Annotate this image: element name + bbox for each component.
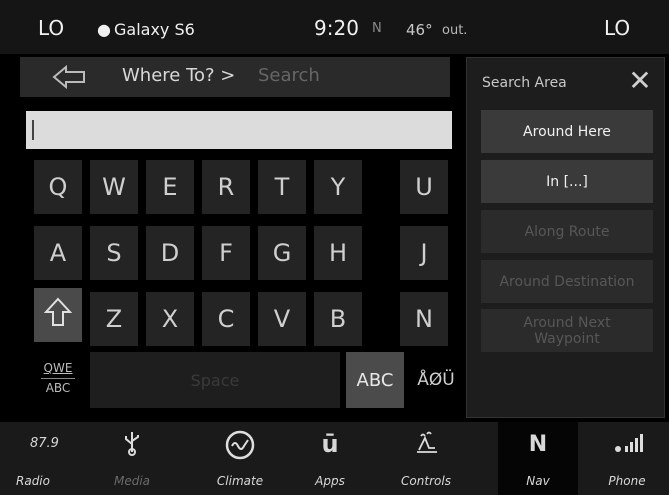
key-f[interactable]: F: [202, 226, 250, 280]
key-d[interactable]: D: [146, 226, 194, 280]
key-y[interactable]: Y: [314, 160, 362, 214]
search-input[interactable]: [26, 111, 452, 149]
key-n[interactable]: N: [400, 292, 448, 346]
tab-media-label: Media: [113, 474, 151, 488]
back-arrow-icon[interactable]: [50, 63, 90, 91]
tab-controls[interactable]: Controls: [384, 422, 468, 495]
tab-apps-label: Apps: [315, 474, 345, 488]
key-e[interactable]: E: [146, 160, 194, 214]
panel-title: Search Area: [482, 75, 567, 91]
apps-icon: ū: [321, 430, 339, 458]
tab-phone[interactable]: Phone: [585, 422, 669, 495]
climate-icon: [198, 430, 282, 460]
device-name: Galaxy S6: [114, 20, 195, 39]
tab-climate-label: Climate: [216, 474, 264, 488]
key-j[interactable]: J: [400, 226, 448, 280]
tab-apps[interactable]: ū Apps: [288, 422, 372, 495]
search-area-panel: Search Area ✕ Around Here In [...] Along…: [466, 57, 665, 418]
tab-media[interactable]: Media: [90, 422, 174, 495]
layout-toggle-divider: [41, 378, 75, 379]
key-v[interactable]: V: [258, 292, 306, 346]
status-bar: LO ● Galaxy S6 9:20 N 46° out. LO: [0, 0, 669, 54]
compass-icon: N: [528, 432, 548, 457]
where-to-title: Where To? >: [122, 65, 236, 86]
tab-radio-label: Radio: [16, 474, 50, 488]
in-city-button[interactable]: In [...]: [481, 160, 653, 203]
outside-temp-unit: out.: [442, 23, 468, 38]
key-c[interactable]: C: [202, 292, 250, 346]
bottom-nav-bar: 87.9 Radio Media Climate ū Apps Controls…: [0, 422, 669, 495]
layout-toggle-key[interactable]: QWE ABC: [36, 358, 80, 404]
key-x[interactable]: X: [146, 292, 194, 346]
key-b[interactable]: B: [314, 292, 362, 346]
usb-icon: [90, 430, 174, 460]
phone-signal-icon: [585, 430, 669, 460]
shift-arrow-icon: [43, 296, 73, 334]
key-g[interactable]: G: [258, 226, 306, 280]
layout-toggle-bottom: ABC: [45, 381, 71, 395]
outside-temp: 46°: [406, 21, 433, 39]
tab-nav-label: Nav: [526, 474, 550, 488]
compass-heading: N: [372, 21, 382, 36]
along-route-button[interactable]: Along Route: [481, 210, 653, 253]
special-chars-key[interactable]: ÅØÜ: [410, 352, 462, 408]
tab-phone-label: Phone: [608, 474, 646, 488]
key-q[interactable]: Q: [34, 160, 82, 214]
key-u[interactable]: U: [400, 160, 448, 214]
shift-key[interactable]: [34, 288, 82, 342]
clock: 9:20: [314, 16, 359, 40]
tab-controls-label: Controls: [401, 474, 451, 488]
key-z[interactable]: Z: [90, 292, 138, 346]
key-h[interactable]: H: [314, 226, 362, 280]
around-destination-button[interactable]: Around Destination: [481, 260, 653, 303]
key-w[interactable]: W: [90, 160, 138, 214]
search-breadcrumb: Search: [258, 65, 320, 86]
space-key[interactable]: Space: [90, 352, 340, 408]
driver-temp[interactable]: LO: [38, 16, 64, 40]
key-a[interactable]: A: [34, 226, 82, 280]
around-next-waypoint-button[interactable]: Around Next Waypoint: [481, 309, 653, 352]
tab-radio[interactable]: 87.9 Radio: [0, 422, 84, 495]
layout-toggle-top: QWE: [43, 361, 73, 375]
tab-nav[interactable]: N Nav: [496, 422, 580, 495]
controls-icon: [384, 430, 468, 460]
passenger-temp[interactable]: LO: [604, 16, 630, 40]
key-s[interactable]: S: [90, 226, 138, 280]
text-cursor: [32, 120, 34, 140]
search-header: Where To? > Search: [20, 57, 450, 97]
key-t[interactable]: T: [258, 160, 306, 214]
key-r[interactable]: R: [202, 160, 250, 214]
tab-climate[interactable]: Climate: [198, 422, 282, 495]
bluetooth-icon: ●: [97, 20, 111, 39]
abc-key[interactable]: ABC: [346, 352, 404, 408]
around-here-button[interactable]: Around Here: [481, 110, 653, 153]
close-icon[interactable]: ✕: [625, 66, 655, 96]
radio-frequency: 87.9: [30, 436, 59, 451]
